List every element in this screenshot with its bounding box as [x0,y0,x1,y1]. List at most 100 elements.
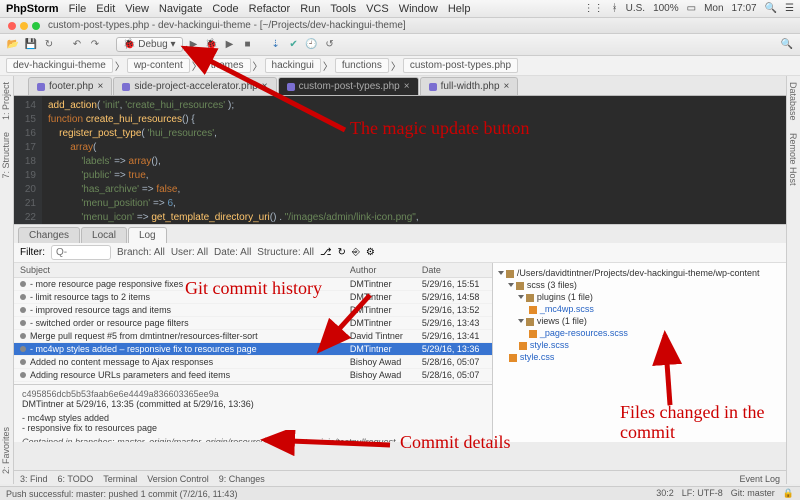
menu-tools[interactable]: Tools [330,3,356,15]
close-icon[interactable]: × [504,81,510,92]
open-icon[interactable]: 📂 [6,38,20,52]
tw-event-log[interactable]: Event Log [739,474,780,484]
crumb-functions[interactable]: functions [335,58,389,73]
commit-row[interactable]: Merge pull request #5 from dmtintner/res… [14,330,492,343]
vcs-revert-icon[interactable]: ↺ [323,38,337,52]
code-area[interactable]: add_action( 'init', 'create_hui_resource… [42,96,786,224]
undo-icon[interactable]: ↶ [70,38,84,52]
stop-icon[interactable]: ■ [241,38,255,52]
right-tab-remote[interactable]: Remote Host [787,127,799,192]
commit-list: Subject Author Date - more resource page… [14,263,493,442]
debug-button[interactable]: 🐞 [205,38,219,52]
run-config-selector[interactable]: 🐞 Debug ▾ [116,37,183,52]
folder-icon [516,282,524,290]
left-tab-favorites[interactable]: 2: Favorites [0,421,12,480]
git-branch[interactable]: Git: master [731,488,775,499]
menu-vcs[interactable]: VCS [366,3,389,15]
file-style-scss[interactable]: style.scss [499,339,780,351]
status-bar: Push successful: master: pushed 1 commit… [0,486,800,500]
tab-custom-post-types[interactable]: custom-post-types.php× [278,77,419,95]
vcs-history-icon[interactable]: 🕘 [305,38,319,52]
menu-help[interactable]: Help [448,3,471,15]
spotlight-icon[interactable]: 🔍 [765,3,777,14]
file-style-css[interactable]: style.css [499,351,780,363]
minimize-window-icon[interactable] [20,22,28,30]
col-author[interactable]: Author [346,263,418,277]
crumb-theme[interactable]: hackingui [265,58,321,73]
tree-views[interactable]: views (1 file) [499,315,780,327]
tab-footer[interactable]: footer.php× [28,77,112,95]
scss-icon [529,330,537,338]
vcs-tab-changes[interactable]: Changes [18,227,80,243]
commit-row[interactable]: - improved resource tags and itemsDMTint… [14,304,492,317]
commit-row[interactable]: Added no content message to Ajax respons… [14,356,492,369]
left-tab-structure[interactable]: 7: Structure [0,126,12,185]
right-tab-database[interactable]: Database [787,76,799,127]
commit-row[interactable]: - switched order or resource page filter… [14,317,492,330]
menu-code[interactable]: Code [212,3,238,15]
vcs-tab-log[interactable]: Log [128,227,167,243]
menu-view[interactable]: View [125,3,149,15]
tw-changes[interactable]: 9: Changes [219,474,265,484]
commit-row[interactable]: - limit resource tags to 2 itemsDMTintne… [14,291,492,304]
close-window-icon[interactable] [8,22,16,30]
tw-vcs[interactable]: Version Control [147,474,209,484]
col-subject[interactable]: Subject [14,263,346,277]
refresh-log-icon[interactable]: ↻ [338,247,346,258]
crumb-themes[interactable]: themes [204,58,251,73]
refresh-icon[interactable]: ↻ [42,38,56,52]
search-icon[interactable]: 🔍 [780,38,794,52]
tab-full-width[interactable]: full-width.php× [420,77,519,95]
goto-hash-icon[interactable]: ⎆ [352,247,360,258]
crumb-wpcontent[interactable]: wp-content [127,58,190,73]
coverage-icon[interactable]: ▶ [223,38,237,52]
cherry-pick-icon[interactable]: ⎇ [320,247,332,258]
col-date[interactable]: Date [418,263,492,277]
close-icon[interactable]: × [97,81,103,92]
clock-day: Mon [704,3,723,14]
tab-side-project[interactable]: side-project-accelerator.php× [113,77,276,95]
menu-refactor[interactable]: Refactor [249,3,291,15]
menu-run[interactable]: Run [300,3,320,15]
window-title: custom-post-types.php - dev-hackingui-th… [48,20,406,31]
log-filter-bar: Filter: Branch: All User: All Date: All … [14,243,786,263]
commit-row[interactable]: - mc4wp styles added – responsive fix to… [14,343,492,356]
vcs-tab-local[interactable]: Local [81,227,127,243]
menu-navigate[interactable]: Navigate [159,3,202,15]
left-tab-project[interactable]: 1: Project [0,76,12,126]
commit-row[interactable]: Adding resource URLs parameters and feed… [14,369,492,382]
crumb-file[interactable]: custom-post-types.php [403,58,518,73]
vcs-commit-icon[interactable]: ✔ [287,38,301,52]
vcs-update-icon[interactable]: ⇣ [269,38,283,52]
commit-row[interactable]: - more resource page responsive fixesDMT… [14,278,492,291]
menu-edit[interactable]: Edit [96,3,115,15]
save-icon[interactable]: 💾 [24,38,38,52]
tw-find[interactable]: 3: Find [20,474,48,484]
file-mc4wp[interactable]: _mc4wp.scss [499,303,780,315]
redo-icon[interactable]: ↷ [88,38,102,52]
bluetooth-icon: ᚼ [612,3,618,14]
filter-input[interactable] [51,245,111,260]
crumb-project[interactable]: dev-hackingui-theme [6,58,113,73]
menu-window[interactable]: Window [399,3,438,15]
caret-position: 30:2 [656,488,674,499]
tree-plugins[interactable]: plugins (1 file) [499,291,780,303]
tw-todo[interactable]: 6: TODO [58,474,94,484]
date-filter[interactable]: Date: All [214,247,251,258]
structure-filter[interactable]: Structure: All [257,247,314,258]
maximize-window-icon[interactable] [32,22,40,30]
tree-scss[interactable]: scss (3 files) [499,279,780,291]
close-icon[interactable]: × [262,81,268,92]
tree-root[interactable]: /Users/davidtintner/Projects/dev-hacking… [499,267,780,279]
notif-icon[interactable]: ☰ [785,3,794,14]
close-icon[interactable]: × [404,81,410,92]
app-name: PhpStorm [6,3,59,15]
gear-icon[interactable]: ⚙ [366,247,375,258]
file-page-resources[interactable]: _page-resources.scss [499,327,780,339]
menu-file[interactable]: File [69,3,87,15]
user-filter[interactable]: User: All [171,247,208,258]
run-button[interactable]: ▶ [187,38,201,52]
branch-filter[interactable]: Branch: All [117,247,165,258]
tw-terminal[interactable]: Terminal [103,474,137,484]
code-editor[interactable]: 141516171819202122 add_action( 'init', '… [14,96,786,224]
